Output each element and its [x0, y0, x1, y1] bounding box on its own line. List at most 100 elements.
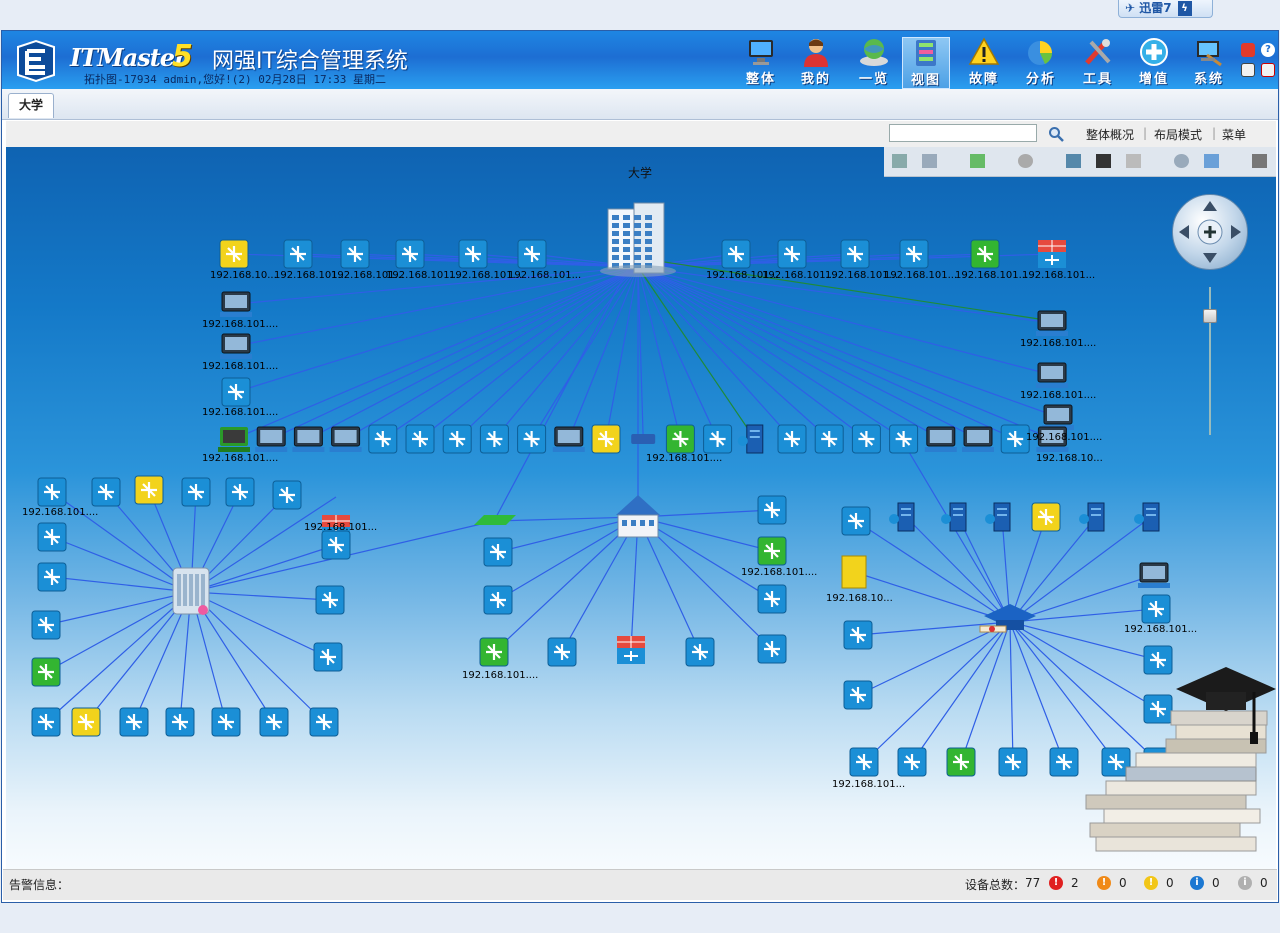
switch-icon[interactable] [219, 239, 249, 269]
switch-icon[interactable] [321, 530, 351, 560]
nav-view[interactable]: 视图 [902, 37, 950, 89]
switch-icon[interactable] [547, 637, 577, 667]
switch-icon[interactable] [368, 424, 398, 454]
edit-mode-icon[interactable] [892, 154, 907, 168]
switch-icon[interactable] [998, 747, 1028, 777]
alarm-bell-icon[interactable] [1241, 43, 1255, 57]
pan-control[interactable] [1172, 194, 1248, 270]
switch-icon[interactable] [889, 424, 919, 454]
switch-icon[interactable] [1049, 747, 1079, 777]
firewall-icon[interactable] [617, 636, 645, 664]
computer-online-icon[interactable] [218, 427, 250, 452]
switch-icon[interactable] [757, 536, 787, 566]
switch-icon[interactable] [272, 480, 302, 510]
switch-icon[interactable] [970, 239, 1000, 269]
background-icon[interactable] [1018, 154, 1033, 168]
switch-icon[interactable] [757, 584, 787, 614]
minor-alarm-icon[interactable]: ! [1144, 876, 1158, 890]
nav-mine[interactable]: 我的 [792, 37, 840, 89]
nav-overall[interactable]: 整体 [737, 37, 785, 89]
critical-alarm-icon[interactable]: ! [1049, 876, 1063, 890]
switch-icon[interactable] [309, 707, 339, 737]
firewall-icon[interactable] [1038, 240, 1066, 268]
switch-icon[interactable] [946, 747, 976, 777]
switch-icon[interactable] [1141, 594, 1171, 624]
color-picker-icon[interactable] [1096, 154, 1111, 168]
nav-fault[interactable]: 故障 [960, 37, 1008, 89]
computer-icon[interactable] [329, 426, 362, 452]
server-icon[interactable] [889, 502, 915, 532]
view-mode-icon[interactable] [922, 154, 937, 168]
switch-icon[interactable] [757, 634, 787, 664]
align-icon[interactable] [1066, 154, 1081, 168]
switch-icon[interactable] [458, 239, 488, 269]
switch-icon[interactable] [841, 506, 871, 536]
switch-icon[interactable] [221, 377, 251, 407]
switch-icon[interactable] [479, 424, 509, 454]
switch-icon[interactable] [91, 477, 121, 507]
computer-icon[interactable] [1036, 362, 1068, 388]
switch-icon[interactable] [283, 239, 313, 269]
server-icon[interactable] [941, 502, 967, 532]
computer-icon[interactable] [552, 426, 585, 452]
computer-icon[interactable] [924, 426, 957, 452]
search-input[interactable] [889, 124, 1037, 142]
computer-icon[interactable] [220, 333, 252, 359]
switch-icon[interactable] [721, 239, 751, 269]
switch-icon[interactable] [757, 495, 787, 525]
layout-mode-link[interactable]: 布局模式 [1154, 126, 1202, 143]
switch-icon[interactable] [1000, 424, 1030, 454]
switch-icon[interactable] [165, 707, 195, 737]
switch-icon[interactable] [843, 620, 873, 650]
switch-icon[interactable] [37, 562, 67, 592]
switch-icon[interactable] [483, 585, 513, 615]
power-unit-icon[interactable] [841, 555, 867, 589]
switch-icon[interactable] [851, 424, 881, 454]
logout-icon[interactable] [1261, 63, 1275, 77]
server-icon[interactable] [985, 502, 1011, 532]
switch-icon[interactable] [395, 239, 425, 269]
auto-layout-icon[interactable] [970, 154, 985, 168]
help-icon[interactable]: ? [1261, 43, 1275, 57]
nav-system[interactable]: 系统 [1185, 37, 1233, 89]
switch-icon[interactable] [1031, 502, 1061, 532]
switch-icon[interactable] [442, 424, 472, 454]
switch-icon[interactable] [313, 642, 343, 672]
switch-icon[interactable] [843, 680, 873, 710]
switch-icon[interactable] [479, 637, 509, 667]
nav-value-added[interactable]: 增值 [1130, 37, 1178, 89]
switch-icon[interactable] [703, 424, 733, 454]
switch-icon[interactable] [591, 424, 621, 454]
menu-link[interactable]: 菜单 [1222, 126, 1246, 143]
server-icon[interactable] [1079, 502, 1105, 532]
switch-icon[interactable] [31, 707, 61, 737]
computer-icon[interactable] [292, 426, 325, 452]
switch-icon[interactable] [340, 239, 370, 269]
switch-icon[interactable] [849, 747, 879, 777]
switch-icon[interactable] [259, 707, 289, 737]
export-icon[interactable] [1252, 154, 1267, 168]
switch-icon[interactable] [777, 239, 807, 269]
computer-icon[interactable] [255, 426, 288, 452]
fullscreen-icon[interactable] [1204, 154, 1219, 168]
switch-icon[interactable] [315, 585, 345, 615]
unknown-alarm-icon[interactable]: i [1238, 876, 1252, 890]
switch-icon[interactable] [814, 424, 844, 454]
search-icon[interactable] [1048, 126, 1064, 142]
computer-icon[interactable] [962, 426, 994, 452]
switch-icon[interactable] [899, 239, 929, 269]
switch-icon[interactable] [685, 637, 715, 667]
switch-icon[interactable] [897, 747, 927, 777]
switch-icon[interactable] [225, 477, 255, 507]
topology-canvas[interactable]: 大学 192.168.10... 192.168.101... 192.168.… [6, 147, 1276, 869]
router-icon[interactable] [631, 434, 656, 444]
server-icon[interactable] [737, 424, 764, 454]
switch-green-icon[interactable] [474, 515, 516, 525]
switch-icon[interactable] [840, 239, 870, 269]
switch-icon[interactable] [119, 707, 149, 737]
switch-icon[interactable] [483, 537, 513, 567]
computer-icon[interactable] [1036, 310, 1068, 336]
nav-tools[interactable]: 工具 [1074, 37, 1122, 89]
switch-icon[interactable] [71, 707, 101, 737]
switch-icon[interactable] [777, 424, 807, 454]
